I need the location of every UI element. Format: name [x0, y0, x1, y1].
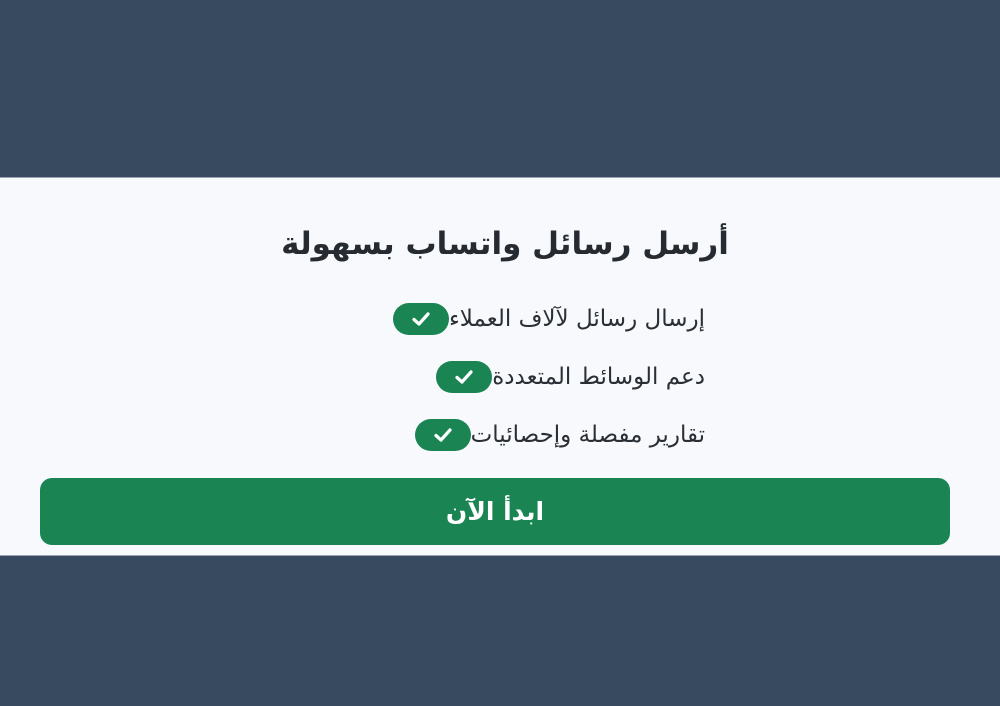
feature-item: إرسال رسائل لآلاف العملاء [0, 290, 1000, 348]
feature-item: تقارير مفصلة وإحصائيات [0, 406, 1000, 464]
check-mark-glyph [434, 428, 452, 442]
check-icon [436, 361, 493, 393]
check-icon [392, 303, 449, 335]
feature-label: إرسال رسائل لآلاف العملاء [448, 306, 705, 332]
feature-label: دعم الوسائط المتعددة [492, 364, 705, 390]
feature-row: تقارير مفصلة وإحصائيات [295, 419, 705, 451]
feature-list: إرسال رسائل لآلاف العملاء دعم الوسائط ال… [0, 290, 1000, 464]
promo-card: أرسل رسائل واتساب بسهولة إرسال رسائل لآل… [0, 177, 1000, 556]
start-now-button[interactable]: ابدأ الآن [40, 478, 950, 545]
feature-label: تقارير مفصلة وإحصائيات [470, 422, 705, 448]
feature-item: دعم الوسائط المتعددة [0, 348, 1000, 406]
feature-row: دعم الوسائط المتعددة [295, 361, 705, 393]
check-icon [414, 419, 471, 451]
check-mark-glyph [412, 312, 430, 326]
check-mark-glyph [455, 370, 473, 384]
card-title: أرسل رسائل واتساب بسهولة [281, 226, 729, 262]
feature-row: إرسال رسائل لآلاف العملاء [295, 303, 705, 335]
